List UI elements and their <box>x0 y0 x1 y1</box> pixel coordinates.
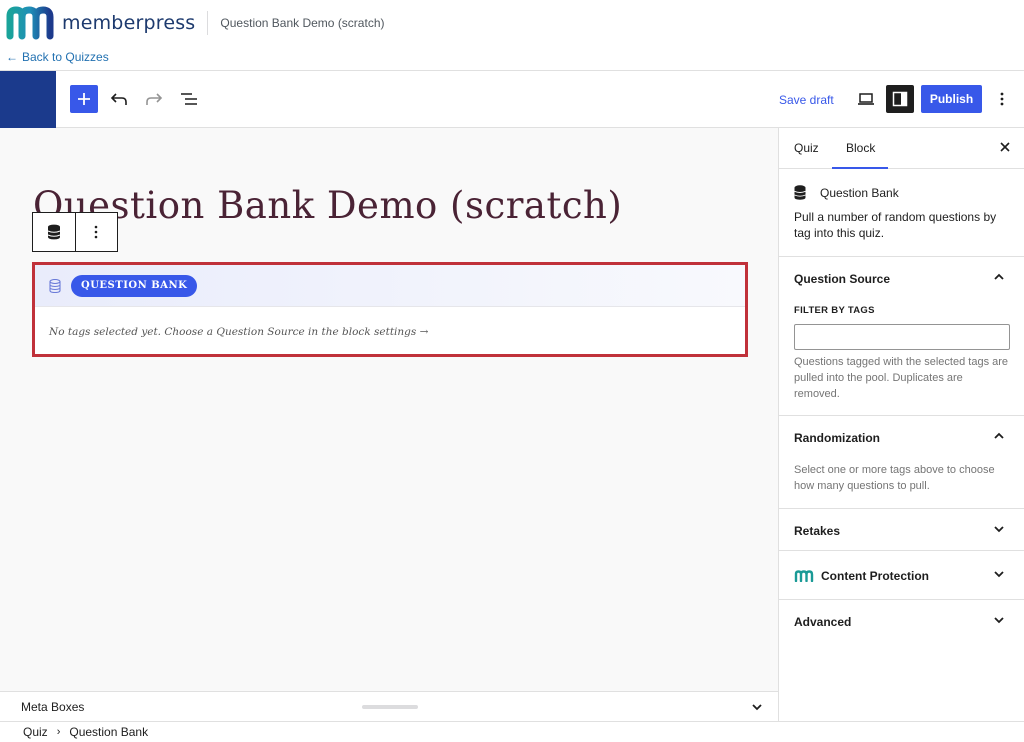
redo-button[interactable] <box>140 85 168 113</box>
sidebar-tabs: Quiz Block <box>779 128 1024 169</box>
chevron-down-icon[interactable] <box>750 700 764 714</box>
undo-button[interactable] <box>105 85 133 113</box>
editor-canvas: Question Bank Demo (scratch) QUESTION BA… <box>0 128 778 691</box>
list-view-icon <box>181 93 197 105</box>
question-bank-badge: QUESTION BANK <box>71 274 198 297</box>
panel-question-source: Question Source FILTER BY TAGS Questions… <box>779 257 1024 416</box>
block-card-description: Pull a number of random questions by tag… <box>794 210 997 240</box>
memberpress-logo[interactable]: memberpress <box>6 6 195 40</box>
site-icon-button[interactable] <box>0 71 56 128</box>
topbar-divider <box>207 11 209 35</box>
panel-question-source-toggle[interactable]: Question Source <box>794 272 890 286</box>
admin-top-bar: memberpress Question Bank Demo (scratch) <box>0 0 1024 46</box>
panel-randomization: Randomization Select one or more tags ab… <box>779 416 1024 509</box>
empty-state-message: No tags selected yet. Choose a Question … <box>49 326 429 338</box>
post-title[interactable]: Question Bank Demo (scratch) <box>33 184 622 227</box>
breadcrumb-quiz[interactable]: Quiz <box>23 725 48 739</box>
back-link-label: Back to Quizzes <box>22 50 109 64</box>
editor-toolbar: Save draft Publish <box>0 70 1024 128</box>
back-arrow-icon: ← <box>6 50 18 64</box>
list-view-button[interactable] <box>175 85 203 113</box>
memberpress-logo-icon <box>6 6 54 40</box>
randomization-help: Select one or more tags above to choose … <box>794 464 995 492</box>
block-toolbar <box>32 212 118 252</box>
publish-button[interactable]: Publish <box>921 85 982 113</box>
filter-by-tags-input[interactable] <box>794 324 1010 350</box>
more-vertical-icon <box>1000 92 1004 106</box>
question-source-help: Questions tagged with the selected tags … <box>794 356 1009 400</box>
meta-boxes-label: Meta Boxes <box>21 700 85 714</box>
panel-content-protection-toggle[interactable]: Content Protection <box>821 569 929 583</box>
meta-boxes-bar[interactable]: Meta Boxes <box>0 691 778 721</box>
redo-icon <box>146 93 163 105</box>
plus-icon <box>78 93 90 105</box>
options-button[interactable] <box>990 85 1014 113</box>
block-breadcrumb: Quiz › Question Bank <box>0 721 1024 742</box>
memberpress-icon <box>794 570 814 582</box>
panel-retakes[interactable]: Retakes <box>779 509 1024 551</box>
question-bank-block[interactable]: QUESTION BANK No tags selected yet. Choo… <box>32 262 748 357</box>
settings-sidebar-toggle[interactable] <box>886 85 914 113</box>
database-icon <box>794 185 806 200</box>
panel-advanced[interactable]: Advanced <box>779 600 1024 643</box>
panel-advanced-toggle[interactable]: Advanced <box>794 615 851 629</box>
settings-sidebar: Quiz Block Question Bank Pull a number o… <box>778 128 1024 721</box>
laptop-icon <box>858 93 874 105</box>
brand-name: memberpress <box>62 12 196 34</box>
save-draft-button[interactable]: Save draft <box>779 93 834 107</box>
add-block-button[interactable] <box>70 85 98 113</box>
panel-randomization-toggle[interactable]: Randomization <box>794 431 880 445</box>
tab-block[interactable]: Block <box>846 141 875 155</box>
chevron-down-icon[interactable] <box>992 567 1006 581</box>
resize-handle[interactable] <box>362 705 418 709</box>
sidebar-toggle-icon <box>892 91 908 107</box>
more-vertical-icon <box>95 225 98 239</box>
undo-icon <box>110 93 127 105</box>
chevron-down-icon[interactable] <box>992 522 1006 536</box>
database-icon <box>49 278 61 293</box>
question-bank-block-header: QUESTION BANK <box>35 265 745 307</box>
chevron-down-icon[interactable] <box>992 613 1006 627</box>
panel-content-protection[interactable]: Content Protection <box>779 551 1024 600</box>
panel-retakes-toggle[interactable]: Retakes <box>794 524 840 538</box>
preview-button[interactable] <box>852 85 880 113</box>
breadcrumb-question-bank[interactable]: Question Bank <box>69 725 148 739</box>
back-to-quizzes-link[interactable]: ← Back to Quizzes <box>6 50 109 64</box>
chevron-up-icon[interactable] <box>992 429 1006 443</box>
block-card: Question Bank Pull a number of random qu… <box>779 169 1024 257</box>
topbar-page-title: Question Bank Demo (scratch) <box>220 16 385 30</box>
database-icon <box>47 224 61 240</box>
chevron-up-icon[interactable] <box>992 270 1006 284</box>
breadcrumb-separator: › <box>56 726 61 738</box>
block-options-button[interactable] <box>74 213 117 251</box>
tab-quiz[interactable]: Quiz <box>794 141 819 155</box>
block-card-title: Question Bank <box>820 185 899 200</box>
close-icon[interactable] <box>998 140 1012 154</box>
filter-by-tags-label: FILTER BY TAGS <box>794 305 875 316</box>
block-type-button[interactable] <box>33 213 75 251</box>
active-tab-indicator <box>832 167 888 169</box>
